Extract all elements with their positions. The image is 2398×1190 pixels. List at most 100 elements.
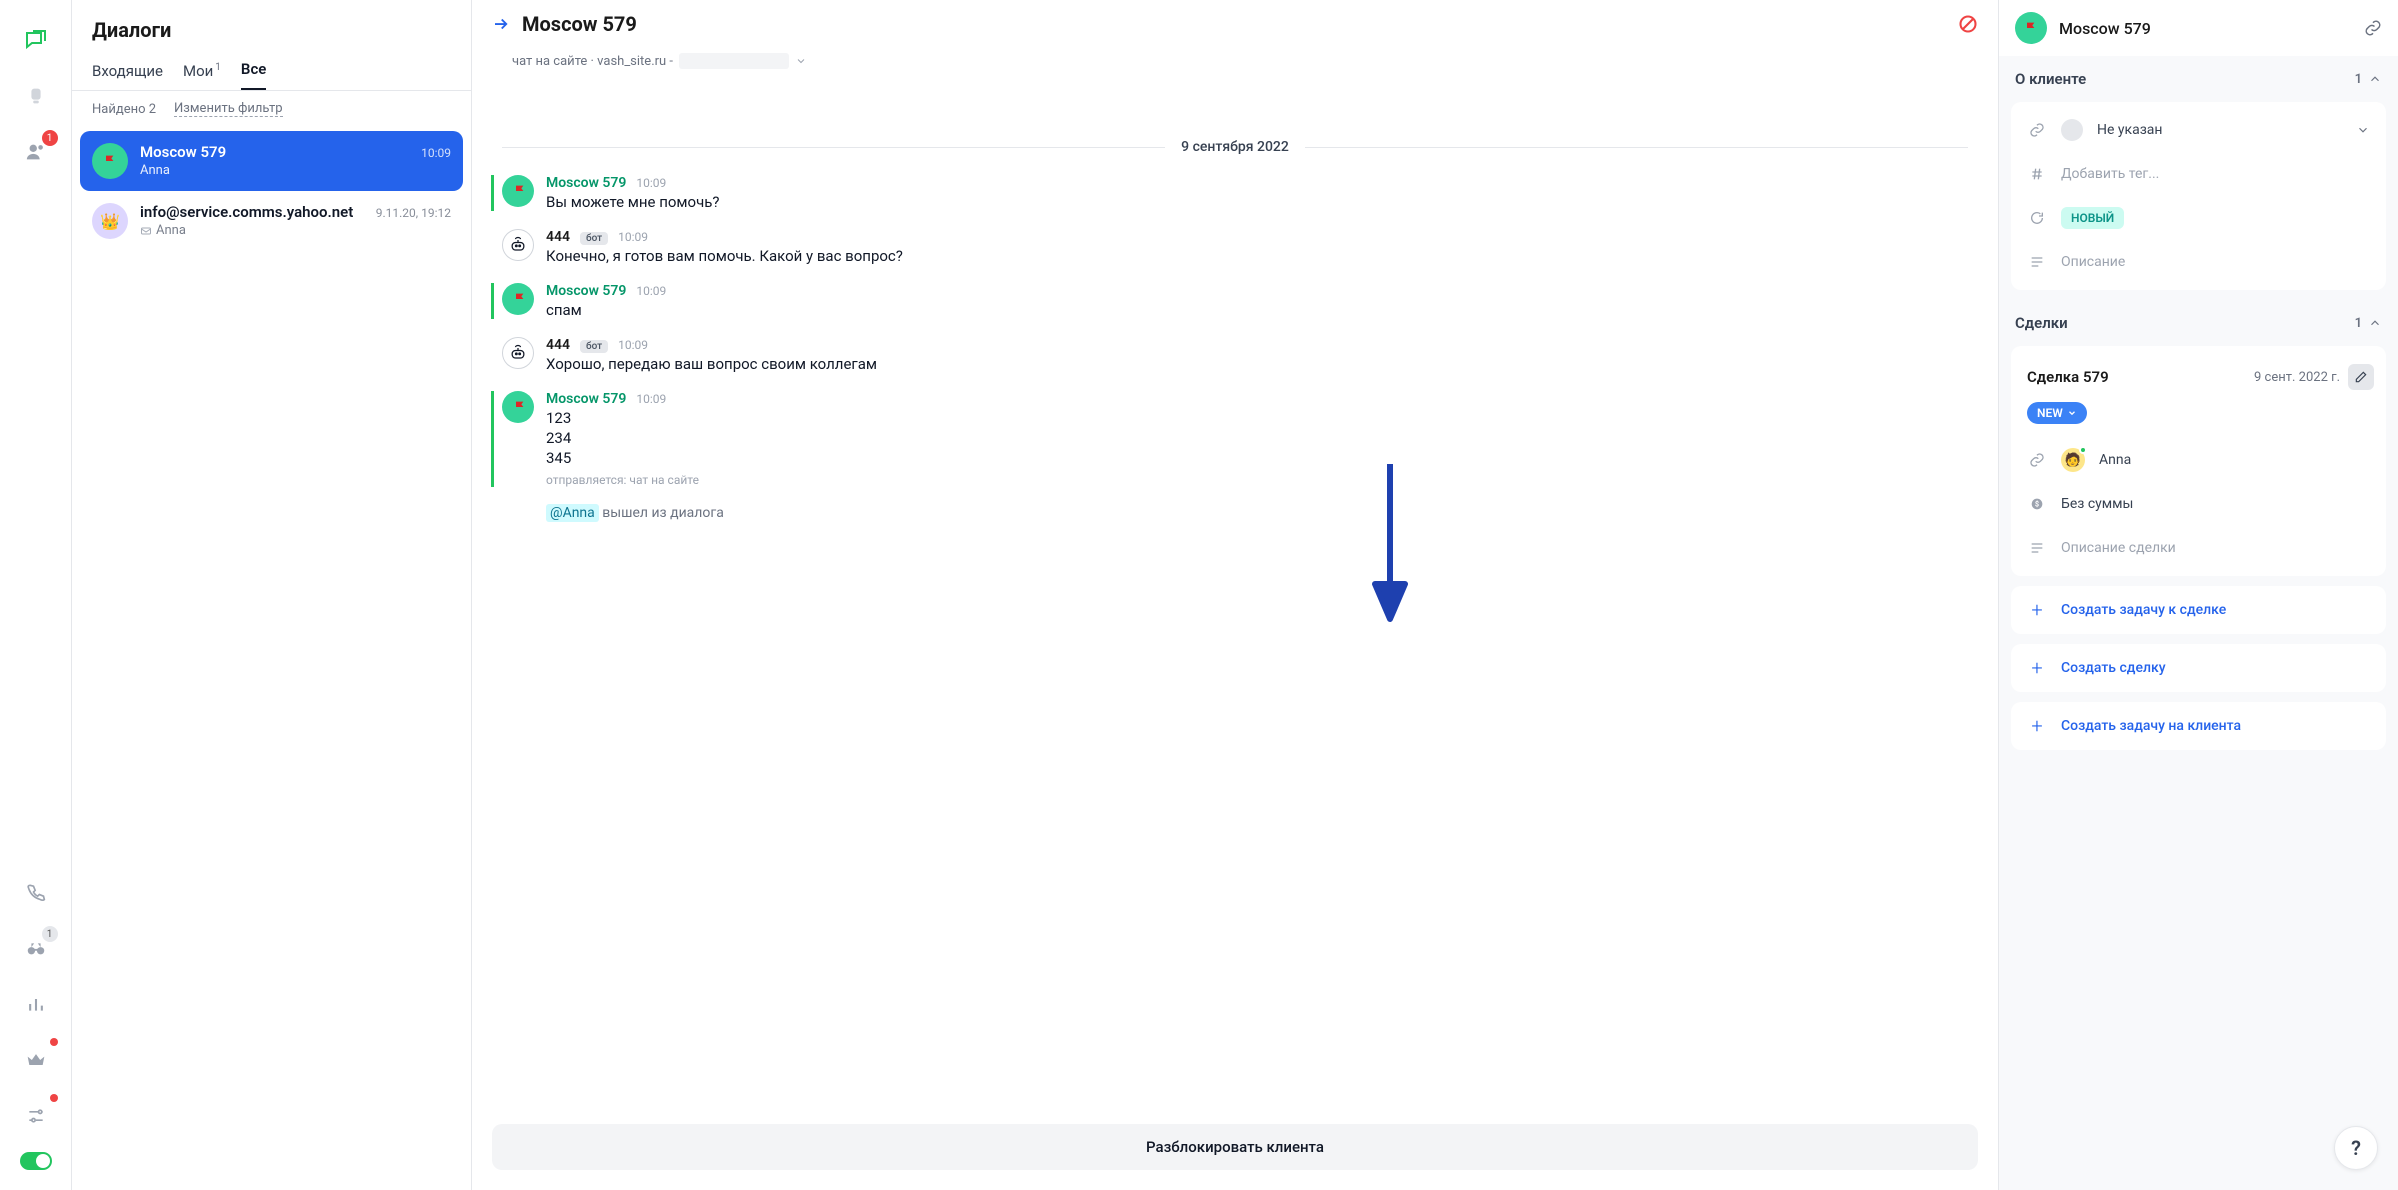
found-count: Найдено 2 bbox=[92, 102, 156, 117]
dialog-item-name: Moscow 579 bbox=[140, 143, 226, 161]
contacts-badge: 1 bbox=[42, 130, 58, 146]
employee-field[interactable]: Не указан bbox=[2011, 108, 2386, 152]
conversation-source[interactable]: чат на сайте · vash_site.ru - bbox=[472, 49, 1998, 79]
nav-rail: 1 1 bbox=[0, 0, 72, 1190]
bot-badge: бот bbox=[580, 232, 608, 245]
message-text: спам bbox=[546, 301, 1968, 319]
crown-icon: 👑 bbox=[100, 212, 120, 231]
create-deal-task-button[interactable]: + Создать задачу к сделке bbox=[2011, 586, 2386, 634]
message-text: Вы можете мне помочь? bbox=[546, 193, 1968, 211]
chevron-down-icon bbox=[2067, 408, 2077, 418]
message-text: Хорошо, передаю ваш вопрос своим коллега… bbox=[546, 355, 1968, 373]
message-author: Moscow 579 bbox=[546, 283, 626, 299]
create-deal-button[interactable]: + Создать сделку bbox=[2011, 644, 2386, 692]
deal-date: 9 сент. 2022 г. bbox=[2254, 370, 2340, 385]
client-panel: Moscow 579 О клиенте 1 Не указан Добавит… bbox=[1998, 0, 2398, 1190]
message-text: 345 bbox=[546, 449, 1968, 467]
link-icon[interactable] bbox=[2364, 19, 2382, 37]
create-client-task-button[interactable]: + Создать задачу на клиента bbox=[2011, 702, 2386, 750]
dialog-avatar bbox=[92, 143, 128, 179]
message-author: Moscow 579 bbox=[546, 391, 626, 407]
message-time: 10:09 bbox=[618, 230, 648, 244]
client-name: Moscow 579 bbox=[2059, 19, 2352, 38]
nav-contacts[interactable]: 1 bbox=[12, 128, 60, 176]
owner-avatar: 🧑 bbox=[2061, 448, 2085, 472]
deal-status-chip[interactable]: NEW bbox=[2027, 402, 2087, 424]
deal-owner-field[interactable]: 🧑 Anna bbox=[2011, 438, 2386, 482]
filter-row: Найдено 2 Изменить фильтр bbox=[72, 91, 471, 131]
plus-icon: + bbox=[2027, 716, 2047, 736]
about-section-header[interactable]: О клиенте 1 bbox=[1999, 56, 2398, 102]
status-chip: НОВЫЙ bbox=[2061, 207, 2124, 229]
dialog-item[interactable]: 👑 info@service.comms.yahoo.net 9.11.20, … bbox=[80, 191, 463, 251]
message-avatar bbox=[502, 283, 534, 315]
description-field[interactable]: Описание bbox=[2011, 240, 2386, 284]
message-list: 9 сентября 2022 Moscow 57910:09 Вы может… bbox=[472, 79, 1998, 1114]
message: Moscow 57910:09 123 234 345 отправляется… bbox=[491, 391, 1968, 487]
bot-badge: бот bbox=[580, 340, 608, 353]
dialog-item-time: 9.11.20, 19:12 bbox=[376, 206, 451, 220]
dialog-item-sub: Anna bbox=[140, 163, 451, 178]
message-author: Moscow 579 bbox=[546, 175, 626, 191]
nav-stats[interactable] bbox=[12, 980, 60, 1028]
dialog-item-time: 10:09 bbox=[421, 146, 451, 160]
message: Moscow 57910:09 спам bbox=[491, 283, 1968, 319]
chevron-up-icon bbox=[2368, 316, 2382, 330]
conversation-header: Moscow 579 bbox=[472, 0, 1998, 49]
tags-field[interactable]: Добавить тег... bbox=[2011, 152, 2386, 196]
tab-inbox[interactable]: Входящие bbox=[92, 54, 163, 90]
deal-name: Сделка 579 bbox=[2027, 368, 2246, 386]
message-text: 123 bbox=[546, 409, 1968, 427]
flag-icon bbox=[2023, 20, 2039, 36]
status-field[interactable]: НОВЫЙ bbox=[2011, 196, 2386, 240]
edit-filter-link[interactable]: Изменить фильтр bbox=[174, 101, 283, 117]
nav-light[interactable] bbox=[12, 72, 60, 120]
message: Moscow 57910:09 Вы можете мне помочь? bbox=[491, 175, 1968, 211]
nav-settings[interactable] bbox=[12, 1092, 60, 1140]
tab-mine[interactable]: Мои1 bbox=[183, 54, 221, 90]
deal-edit-button[interactable] bbox=[2348, 364, 2374, 390]
lightbulb-icon bbox=[25, 85, 47, 107]
arrow-right-icon[interactable] bbox=[492, 15, 510, 33]
deal-amount-field[interactable]: $ Без суммы bbox=[2011, 482, 2386, 526]
chat-icon bbox=[24, 28, 48, 52]
tab-all[interactable]: Все bbox=[241, 52, 266, 90]
text-icon bbox=[2029, 540, 2045, 556]
help-button[interactable]: ? bbox=[2334, 1126, 2378, 1170]
client-avatar bbox=[2015, 12, 2047, 44]
message-text: Конечно, я готов вам помочь. Какой у вас… bbox=[546, 247, 1968, 265]
deal-header: Сделка 579 9 сент. 2022 г. bbox=[2011, 352, 2386, 394]
dialogs-panel: Диалоги Входящие Мои1 Все Найдено 2 Изме… bbox=[72, 0, 472, 1190]
conversation-panel: Moscow 579 чат на сайте · vash_site.ru -… bbox=[472, 0, 1998, 1190]
unblock-client-button[interactable]: Разблокировать клиента bbox=[492, 1124, 1978, 1170]
chevron-down-icon bbox=[795, 55, 807, 67]
sliders-icon bbox=[26, 1106, 46, 1126]
flag-icon bbox=[512, 291, 528, 307]
mention-chip: @Anna bbox=[546, 504, 599, 522]
deal-description-field[interactable]: Описание сделки bbox=[2011, 526, 2386, 570]
dialog-item-sub: Anna bbox=[140, 223, 451, 238]
chevron-down-icon bbox=[2356, 123, 2370, 137]
block-icon[interactable] bbox=[1958, 14, 1978, 34]
refresh-icon bbox=[2029, 210, 2045, 226]
dialog-item-name: info@service.comms.yahoo.net bbox=[140, 203, 353, 221]
nav-phone[interactable] bbox=[12, 868, 60, 916]
online-toggle[interactable] bbox=[20, 1152, 52, 1170]
message-time: 10:09 bbox=[618, 338, 648, 352]
nav-crown[interactable] bbox=[12, 1036, 60, 1084]
message-time: 10:09 bbox=[636, 392, 666, 406]
flag-icon bbox=[512, 183, 528, 199]
phone-icon bbox=[26, 882, 46, 902]
plus-icon: + bbox=[2027, 600, 2047, 620]
nav-binoculars[interactable]: 1 bbox=[12, 924, 60, 972]
avatar-icon bbox=[2061, 119, 2083, 141]
text-icon bbox=[2029, 254, 2045, 270]
message-avatar bbox=[502, 391, 534, 423]
nav-dialogs[interactable] bbox=[12, 16, 60, 64]
plus-icon: + bbox=[2027, 658, 2047, 678]
dialog-item[interactable]: Moscow 579 10:09 Anna bbox=[80, 131, 463, 191]
crown-dot bbox=[50, 1038, 58, 1046]
deals-section-header[interactable]: Сделки 1 bbox=[1999, 300, 2398, 346]
flag-icon bbox=[512, 399, 528, 415]
coin-icon: $ bbox=[2029, 496, 2045, 512]
